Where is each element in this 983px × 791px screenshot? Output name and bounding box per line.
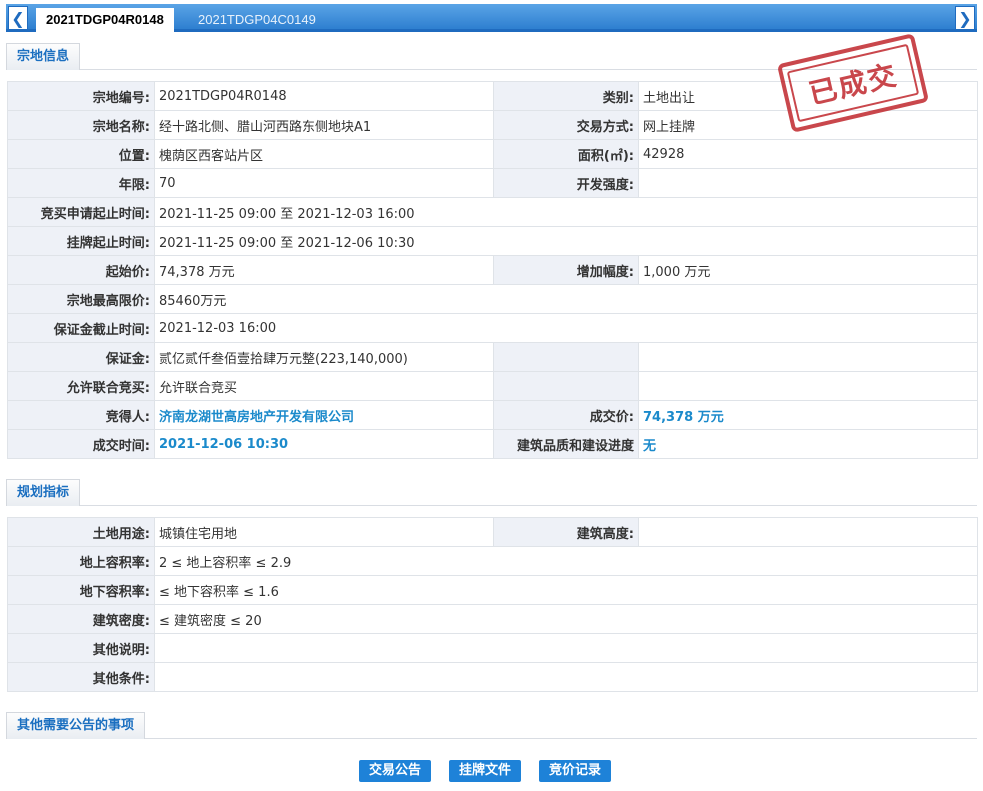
- empty-cell: [638, 342, 978, 372]
- empty-cell: [493, 371, 639, 401]
- listing-time: 2021-11-25 09:00 至 2021-12-06 10:30: [154, 226, 978, 256]
- table-row: 其他说明:: [7, 633, 978, 663]
- section-title: 宗地信息: [6, 43, 81, 70]
- deposit-amount: 贰亿贰仟叁佰壹拾肆万元整(223,140,000): [154, 342, 494, 372]
- field-label: 保证金:: [7, 342, 155, 372]
- chevron-right-icon[interactable]: ❯: [955, 6, 975, 30]
- field-label: 类别:: [493, 81, 639, 111]
- stamp-text: 已成交: [805, 58, 901, 111]
- deposit-deadline: 2021-12-03 16:00: [154, 313, 978, 343]
- parcel-info-table: 宗地编号: 2021TDGP04R0148 类别: 土地出让 宗地名称: 经十路…: [7, 81, 978, 459]
- start-price: 74,378 万元: [154, 255, 494, 285]
- table-row: 地下容积率: ≤ 地下容积率 ≤ 1.6: [7, 575, 978, 605]
- table-row: 允许联合竞买: 允许联合竞买: [7, 371, 978, 401]
- table-row: 保证金截止时间: 2021-12-03 16:00: [7, 313, 978, 343]
- tab-bar: ❮ 2021TDGP04R0148 2021TDGP04C0149 ❯: [6, 4, 977, 32]
- table-row: 竞得人: 济南龙湖世高房地产开发有限公司 成交价: 74,378 万元: [7, 400, 978, 430]
- parcel-area: 42928: [638, 139, 978, 169]
- field-label: 面积(㎡):: [493, 139, 639, 169]
- tab-2021TDGP04R0148[interactable]: 2021TDGP04R0148: [36, 8, 174, 32]
- table-row: 土地用途: 城镇住宅用地 建筑高度:: [7, 517, 978, 547]
- field-label: 允许联合竞买:: [7, 371, 155, 401]
- max-price: 85460万元: [154, 284, 978, 314]
- listing-documents-button[interactable]: 挂牌文件: [449, 760, 522, 782]
- table-row: 地上容积率: 2 ≤ 地上容积率 ≤ 2.9: [7, 546, 978, 576]
- field-label: 竞买申请起止时间:: [7, 197, 155, 227]
- field-label: 位置:: [7, 139, 155, 169]
- field-label: 挂牌起止时间:: [7, 226, 155, 256]
- parcel-term: 70: [154, 168, 494, 198]
- deal-time: 2021-12-06 10:30: [154, 429, 494, 459]
- construction-quality: 无: [638, 429, 978, 459]
- field-label: 其他说明:: [7, 633, 155, 663]
- field-label: 成交价:: [493, 400, 639, 430]
- section-title: 其他需要公告的事项: [6, 712, 146, 739]
- parcel-name: 经十路北侧、腊山河西路东侧地块A1: [154, 110, 494, 140]
- table-row: 成交时间: 2021-12-06 10:30 建筑品质和建设进度 无: [7, 429, 978, 459]
- joint-bidding: 允许联合竞买: [154, 371, 494, 401]
- parcel-location: 槐荫区西客站片区: [154, 139, 494, 169]
- bid-records-button[interactable]: 竞价记录: [539, 760, 612, 782]
- field-label: 宗地编号:: [7, 81, 155, 111]
- parcel-code: 2021TDGP04R0148: [154, 81, 494, 111]
- field-label: 宗地名称:: [7, 110, 155, 140]
- table-row: 竞买申请起止时间: 2021-11-25 09:00 至 2021-12-03 …: [7, 197, 978, 227]
- field-label: 成交时间:: [7, 429, 155, 459]
- section-planning: 规划指标: [6, 479, 977, 506]
- table-row: 起始价: 74,378 万元 增加幅度: 1,000 万元: [7, 255, 978, 285]
- field-label: 其他条件:: [7, 662, 155, 692]
- table-row: 挂牌起止时间: 2021-11-25 09:00 至 2021-12-06 10…: [7, 226, 978, 256]
- land-use: 城镇住宅用地: [154, 517, 494, 547]
- far-above-ground: 2 ≤ 地上容积率 ≤ 2.9: [154, 546, 978, 576]
- field-label: 增加幅度:: [493, 255, 639, 285]
- development-intensity: [638, 168, 978, 198]
- section-other-matters: 其他需要公告的事项: [6, 712, 977, 739]
- field-label: 起始价:: [7, 255, 155, 285]
- table-row: 其他条件:: [7, 662, 978, 692]
- field-label: 竞得人:: [7, 400, 155, 430]
- field-label: 地上容积率:: [7, 546, 155, 576]
- planning-table: 土地用途: 城镇住宅用地 建筑高度: 地上容积率: 2 ≤ 地上容积率 ≤ 2.…: [7, 517, 978, 692]
- table-row: 建筑密度: ≤ 建筑密度 ≤ 20: [7, 604, 978, 634]
- table-row: 位置: 槐荫区西客站片区 面积(㎡): 42928: [7, 139, 978, 169]
- field-label: 开发强度:: [493, 168, 639, 198]
- table-row: 保证金: 贰亿贰仟叁佰壹拾肆万元整(223,140,000): [7, 342, 978, 372]
- tab-2021TDGP04C0149[interactable]: 2021TDGP04C0149: [188, 8, 326, 32]
- field-label: 建筑品质和建设进度: [493, 429, 639, 459]
- chevron-left-icon[interactable]: ❮: [8, 6, 28, 30]
- apply-time: 2021-11-25 09:00 至 2021-12-03 16:00: [154, 197, 978, 227]
- field-label: 建筑密度:: [7, 604, 155, 634]
- table-row: 宗地最高限价: 85460万元: [7, 284, 978, 314]
- winner: 济南龙湖世高房地产开发有限公司: [154, 400, 494, 430]
- other-conditions: [154, 662, 978, 692]
- field-label: 交易方式:: [493, 110, 639, 140]
- field-label: 土地用途:: [7, 517, 155, 547]
- field-label: 建筑高度:: [493, 517, 639, 547]
- field-label: 年限:: [7, 168, 155, 198]
- field-label: 地下容积率:: [7, 575, 155, 605]
- trade-announcement-button[interactable]: 交易公告: [359, 760, 432, 782]
- field-label: 保证金截止时间:: [7, 313, 155, 343]
- building-density: ≤ 建筑密度 ≤ 20: [154, 604, 978, 634]
- other-notes: [154, 633, 978, 663]
- empty-cell: [493, 342, 639, 372]
- building-height: [638, 517, 978, 547]
- empty-cell: [638, 371, 978, 401]
- field-label: 宗地最高限价:: [7, 284, 155, 314]
- deal-price: 74,378 万元: [638, 400, 978, 430]
- section-title: 规划指标: [6, 479, 81, 506]
- price-increment: 1,000 万元: [638, 255, 978, 285]
- far-below-ground: ≤ 地下容积率 ≤ 1.6: [154, 575, 978, 605]
- table-row: 年限: 70 开发强度:: [7, 168, 978, 198]
